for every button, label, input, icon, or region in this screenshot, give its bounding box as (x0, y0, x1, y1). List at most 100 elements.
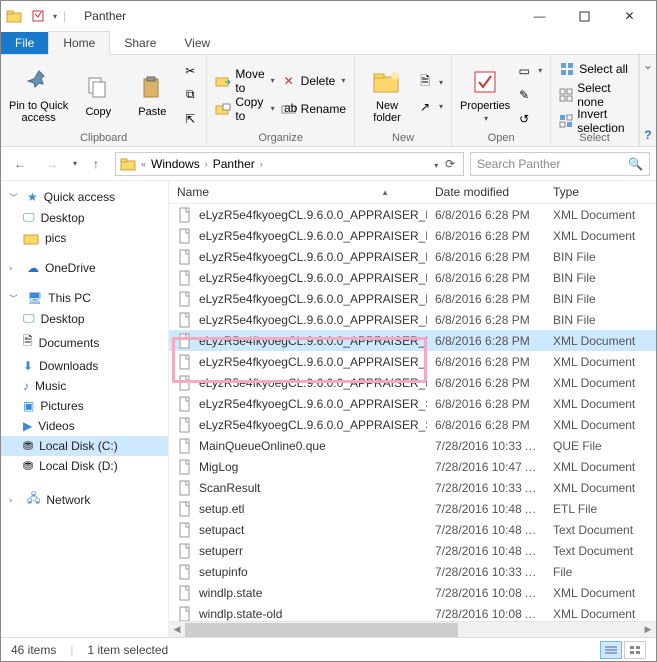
titlebar: ▾ | Panther — ✕ (1, 1, 656, 31)
file-list: Name▲ Date modified Type eLyzR5e4fkyoegC… (169, 181, 656, 637)
minimize-button[interactable]: — (517, 2, 562, 30)
col-type[interactable]: Type (545, 185, 656, 199)
breadcrumb-part[interactable]: Panther (213, 157, 255, 171)
nav-desktop[interactable]: 🖵Desktop (1, 207, 168, 228)
nav-local-d[interactable]: ⛃Local Disk (D:) (1, 456, 168, 476)
tab-share[interactable]: Share (110, 32, 170, 54)
copy-button[interactable]: Copy (74, 72, 122, 118)
select-none-button[interactable]: Select none (559, 84, 630, 106)
file-type: BIN File (545, 250, 656, 264)
table-row[interactable]: eLyzR5e4fkyoegCL.9.6.0.0_APPRAISER_Ev...… (169, 288, 656, 309)
forward-button[interactable]: → (39, 151, 65, 177)
thumbnails-view-button[interactable] (624, 641, 646, 659)
documents-icon: 🗎 (23, 332, 33, 353)
nav-pictures[interactable]: ▣Pictures (1, 396, 168, 416)
move-icon (215, 73, 231, 89)
table-row[interactable]: eLyzR5e4fkyoegCL.9.6.0.0_APPRAISER_H...6… (169, 351, 656, 372)
help-icon[interactable]: ? (640, 124, 655, 146)
file-type: XML Document (545, 418, 656, 432)
new-folder-button[interactable]: New folder (363, 66, 411, 124)
tab-home[interactable]: Home (48, 31, 110, 55)
nav-documents[interactable]: 🗎Documents (1, 329, 168, 356)
file-name: eLyzR5e4fkyoegCL.9.6.0.0_APPRAISER_De... (199, 208, 427, 222)
table-row[interactable]: windlp.state7/28/2016 10:08 AMXML Docume… (169, 582, 656, 603)
table-row[interactable]: eLyzR5e4fkyoegCL.9.6.0.0_APPRAISER_Ev...… (169, 309, 656, 330)
nav-this-pc[interactable]: ﹀🖥This PC (1, 288, 168, 308)
table-row[interactable]: eLyzR5e4fkyoegCL.9.6.0.0_APPRAISER_Se...… (169, 393, 656, 414)
tab-file[interactable]: File (1, 32, 48, 54)
move-to-button[interactable]: Move to▾ (215, 70, 274, 92)
table-row[interactable]: windlp.state-old7/28/2016 10:08 AMXML Do… (169, 603, 656, 621)
delete-button[interactable]: ✕Delete▾ (281, 70, 346, 92)
table-row[interactable]: eLyzR5e4fkyoegCL.9.6.0.0_APPRAISER_De...… (169, 204, 656, 225)
table-row[interactable]: eLyzR5e4fkyoegCL.9.6.0.0_APPRAISER_Ev...… (169, 246, 656, 267)
close-button[interactable]: ✕ (607, 2, 652, 30)
ribbon-collapse-icon[interactable]: ⌄ (640, 55, 656, 75)
table-row[interactable]: eLyzR5e4fkyoegCL.9.6.0.0_APPRAISER_Ev...… (169, 267, 656, 288)
breadcrumb-dropdown-icon[interactable]: ▾ (434, 161, 438, 170)
qat-dropdown-icon[interactable]: ▾ (53, 12, 57, 21)
nav-music[interactable]: ♪Music (1, 376, 168, 396)
table-row[interactable]: eLyzR5e4fkyoegCL.9.6.0.0_APPRAISER_Fil..… (169, 330, 656, 351)
table-row[interactable]: MainQueueOnline0.que7/28/2016 10:33 AMQU… (169, 435, 656, 456)
nav-quick-access[interactable]: ﹀★Quick access (1, 187, 168, 207)
cut-button[interactable]: ✂ (182, 60, 198, 82)
paste-button[interactable]: Paste (128, 72, 176, 118)
horizontal-scrollbar[interactable]: ◀▶ (169, 621, 656, 637)
maximize-button[interactable] (562, 2, 607, 30)
file-name: eLyzR5e4fkyoegCL.9.6.0.0_APPRAISER_H... (199, 355, 427, 369)
table-row[interactable]: ScanResult7/28/2016 10:33 AMXML Document (169, 477, 656, 498)
tab-view[interactable]: View (170, 32, 224, 54)
file-type: XML Document (545, 334, 656, 348)
easy-access-button[interactable]: ↗▾ (417, 96, 443, 118)
paste-shortcut-button[interactable]: ⇱ (182, 108, 198, 130)
new-item-button[interactable]: 🗎▾ (417, 72, 443, 94)
properties-small-icon[interactable] (29, 7, 47, 25)
item-count: 46 items (11, 643, 56, 657)
table-row[interactable]: setupinfo7/28/2016 10:33 AMFile (169, 561, 656, 582)
nav-videos[interactable]: ▶Videos (1, 416, 168, 436)
file-icon (177, 522, 193, 538)
col-date[interactable]: Date modified (427, 185, 545, 199)
table-row[interactable]: eLyzR5e4fkyoegCL.9.6.0.0_APPRAISER_Se...… (169, 414, 656, 435)
details-view-button[interactable] (600, 641, 622, 659)
file-date: 6/8/2016 6:28 PM (427, 313, 545, 327)
rename-button[interactable]: abRename (281, 98, 346, 120)
file-type: XML Document (545, 355, 656, 369)
file-name: windlp.state-old (199, 607, 282, 621)
nav-local-c[interactable]: ⛃Local Disk (C:) (1, 436, 168, 456)
nav-pics[interactable]: pics (1, 228, 168, 248)
copy-to-button[interactable]: Copy to▾ (215, 98, 274, 120)
breadcrumb-part[interactable]: Windows (151, 157, 200, 171)
copy-path-button[interactable]: ⧉ (182, 84, 198, 106)
file-name: eLyzR5e4fkyoegCL.9.6.0.0_APPRAISER_Ev... (199, 313, 427, 327)
pin-quick-access-button[interactable]: Pin to Quick access (9, 66, 68, 124)
history-dropdown-icon[interactable]: ▾ (73, 159, 77, 168)
up-button[interactable]: ↑ (83, 151, 109, 177)
nav-onedrive[interactable]: ›☁OneDrive (1, 258, 168, 278)
table-row[interactable]: MigLog7/28/2016 10:47 AMXML Document (169, 456, 656, 477)
table-row[interactable]: setupact7/28/2016 10:48 AMText Document (169, 519, 656, 540)
search-input[interactable]: Search Panther 🔍 (470, 152, 650, 176)
table-row[interactable]: eLyzR5e4fkyoegCL.9.6.0.0_APPRAISER_Mi...… (169, 372, 656, 393)
open-button[interactable]: ▭▾ (516, 60, 542, 82)
nav-network[interactable]: ›🖧Network (1, 486, 168, 513)
invert-selection-button[interactable]: Invert selection (559, 110, 630, 132)
nav-downloads[interactable]: ⬇Downloads (1, 356, 168, 376)
table-row[interactable]: setuperr7/28/2016 10:48 AMText Document (169, 540, 656, 561)
group-open-label: Open (460, 132, 542, 146)
table-row[interactable]: eLyzR5e4fkyoegCL.9.6.0.0_APPRAISER_De...… (169, 225, 656, 246)
edit-button[interactable]: ✎ (516, 84, 542, 106)
back-button[interactable]: ← (7, 151, 33, 177)
file-type: XML Document (545, 607, 656, 621)
history-button[interactable]: ↺ (516, 108, 542, 130)
table-row[interactable]: setup.etl7/28/2016 10:48 AMETL File (169, 498, 656, 519)
breadcrumb[interactable]: « Windows › Panther › ▾ ⟳ (115, 152, 464, 176)
refresh-icon[interactable]: ⟳ (445, 157, 455, 171)
group-clipboard-label: Clipboard (9, 132, 198, 146)
file-name: eLyzR5e4fkyoegCL.9.6.0.0_APPRAISER_De... (199, 229, 427, 243)
col-name[interactable]: Name▲ (169, 185, 427, 199)
properties-button[interactable]: Properties▾ (460, 66, 510, 123)
nav-desktop2[interactable]: 🖵Desktop (1, 308, 168, 329)
select-all-button[interactable]: Select all (559, 58, 630, 80)
